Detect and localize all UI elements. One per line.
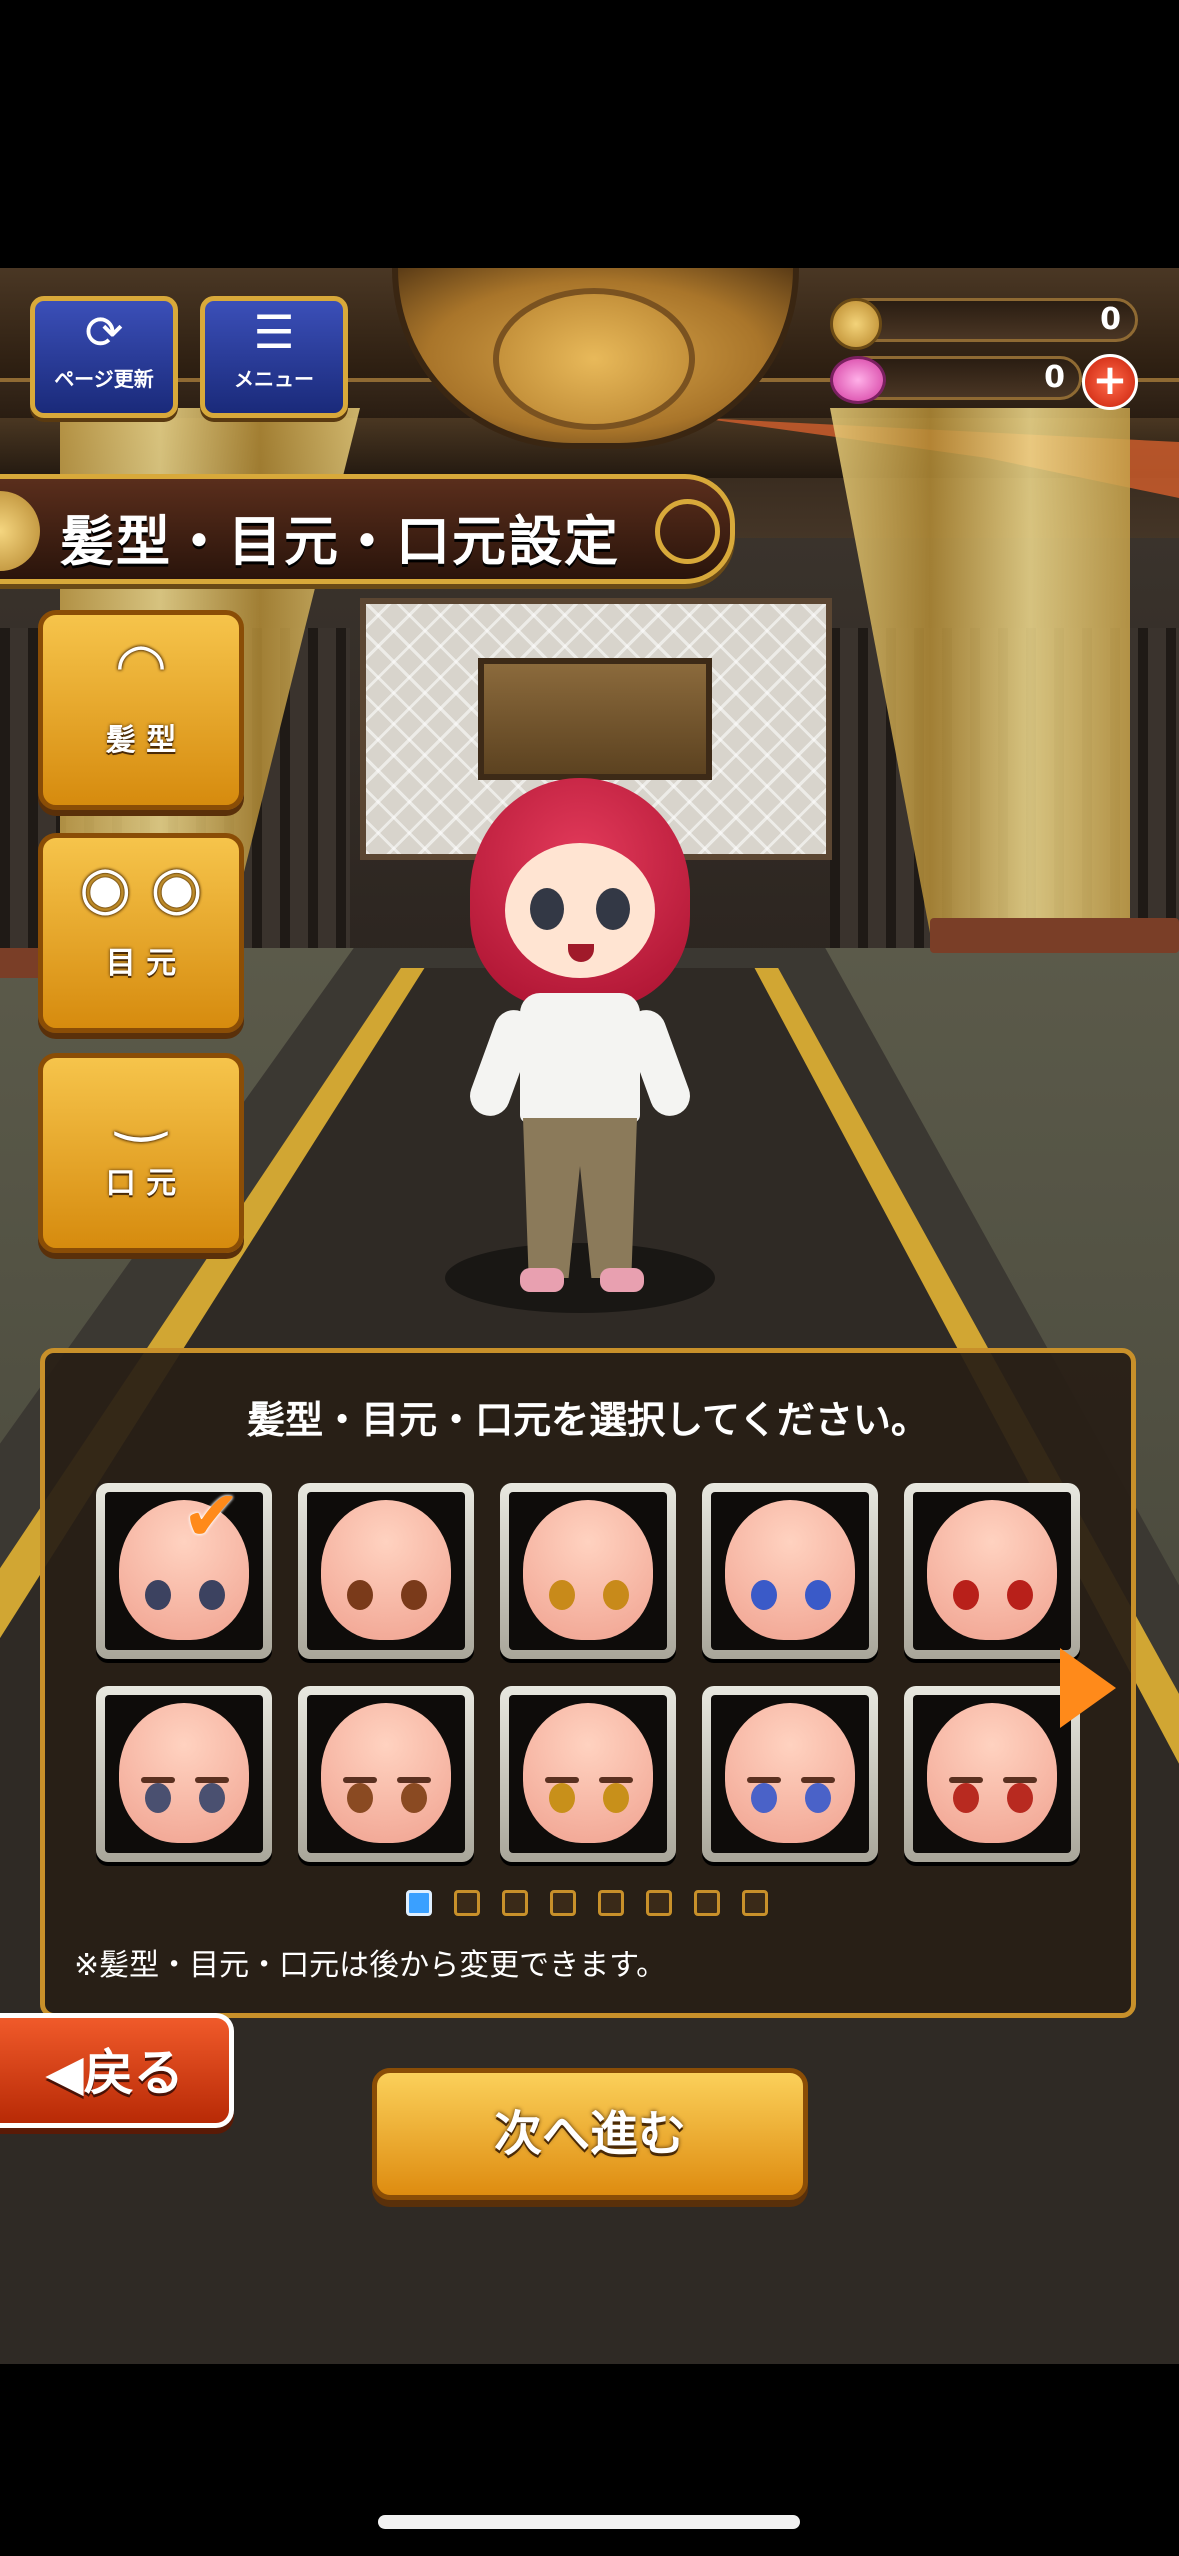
- character-shoe-left: [520, 1268, 564, 1292]
- page-indicator-dot[interactable]: [550, 1890, 576, 1916]
- page-indicator-dot[interactable]: [502, 1890, 528, 1916]
- menu-button[interactable]: ☰ メニュー: [200, 296, 348, 418]
- page-indicator-dot[interactable]: [406, 1890, 432, 1916]
- coin-counter: 0: [842, 298, 1138, 342]
- character-shirt: [520, 993, 640, 1123]
- category-mouth-button[interactable]: ‿ 口 元: [38, 1053, 244, 1253]
- face-option-tile[interactable]: [500, 1483, 676, 1659]
- face-option-tile[interactable]: [702, 1686, 878, 1862]
- category-eyes-label: 目 元: [105, 946, 177, 981]
- bench-left: [0, 948, 40, 978]
- menu-label: メニュー: [234, 367, 314, 391]
- menu-icon: ☰: [253, 305, 295, 359]
- eyes-icon: ◉ ◉: [79, 853, 203, 923]
- face-option-tile[interactable]: [904, 1686, 1080, 1862]
- refresh-icon: ⟳: [84, 305, 124, 359]
- add-gems-button[interactable]: +: [1082, 354, 1138, 410]
- category-mouth-label: 口 元: [105, 1166, 177, 1201]
- selection-panel: 髪型・目元・口元を選択してください。: [40, 1348, 1136, 2018]
- dragon-plaque: [478, 658, 712, 780]
- face-option-tile[interactable]: ✔: [96, 1475, 272, 1659]
- page-indicator-dot[interactable]: [742, 1890, 768, 1916]
- page-indicator-dot[interactable]: [454, 1890, 480, 1916]
- face-option-tile[interactable]: [904, 1483, 1080, 1659]
- category-hair-label: 髪 型: [105, 723, 177, 758]
- title-ornament-icon: [655, 499, 720, 564]
- face-option-tile[interactable]: [298, 1483, 474, 1659]
- face-option-tile[interactable]: [96, 1686, 272, 1862]
- panel-note: ※髪型・目元・口元は後から変更できます。: [74, 1948, 667, 1983]
- page-indicator-dot[interactable]: [598, 1890, 624, 1916]
- character-shadow: [445, 1243, 715, 1313]
- hair-icon: ◠: [114, 630, 168, 700]
- face-option-tile[interactable]: [702, 1483, 878, 1659]
- category-eyes-button[interactable]: ◉ ◉ 目 元: [38, 833, 244, 1033]
- mouth-icon: ‿: [116, 1073, 166, 1143]
- page-refresh-label: ページ更新: [54, 367, 154, 391]
- next-button[interactable]: 次へ進む: [372, 2068, 808, 2200]
- page-indicator-dot[interactable]: [646, 1890, 672, 1916]
- page-title: 髪型・目元・口元設定: [60, 510, 620, 573]
- home-indicator[interactable]: [378, 2515, 800, 2529]
- panel-instruction: 髪型・目元・口元を選択してください。: [247, 1398, 929, 1442]
- character-eye-right: [596, 888, 630, 930]
- gem-icon: [830, 356, 886, 404]
- back-button[interactable]: ◀戻る: [0, 2013, 234, 2128]
- face-option-tile[interactable]: [298, 1686, 474, 1862]
- title-medal-icon: [0, 491, 40, 571]
- bench: [930, 918, 1179, 953]
- coin-icon: [830, 298, 882, 350]
- next-page-arrow-icon[interactable]: [1060, 1648, 1116, 1728]
- game-screen: ⟳ ページ更新 ☰ メニュー 0 0 + 髪型・目元・口元設定 ◠ 髪 型 ◉ …: [0, 268, 1179, 2364]
- category-hair-button[interactable]: ◠ 髪 型: [38, 610, 244, 810]
- page-indicator-dot[interactable]: [694, 1890, 720, 1916]
- selected-check-icon: ✔: [182, 1475, 241, 1557]
- character-shoe-right: [600, 1268, 644, 1292]
- page-refresh-button[interactable]: ⟳ ページ更新: [30, 296, 178, 418]
- face-option-tile[interactable]: [500, 1686, 676, 1862]
- page-title-banner: 髪型・目元・口元設定: [0, 474, 735, 584]
- character-eye-left: [530, 888, 564, 930]
